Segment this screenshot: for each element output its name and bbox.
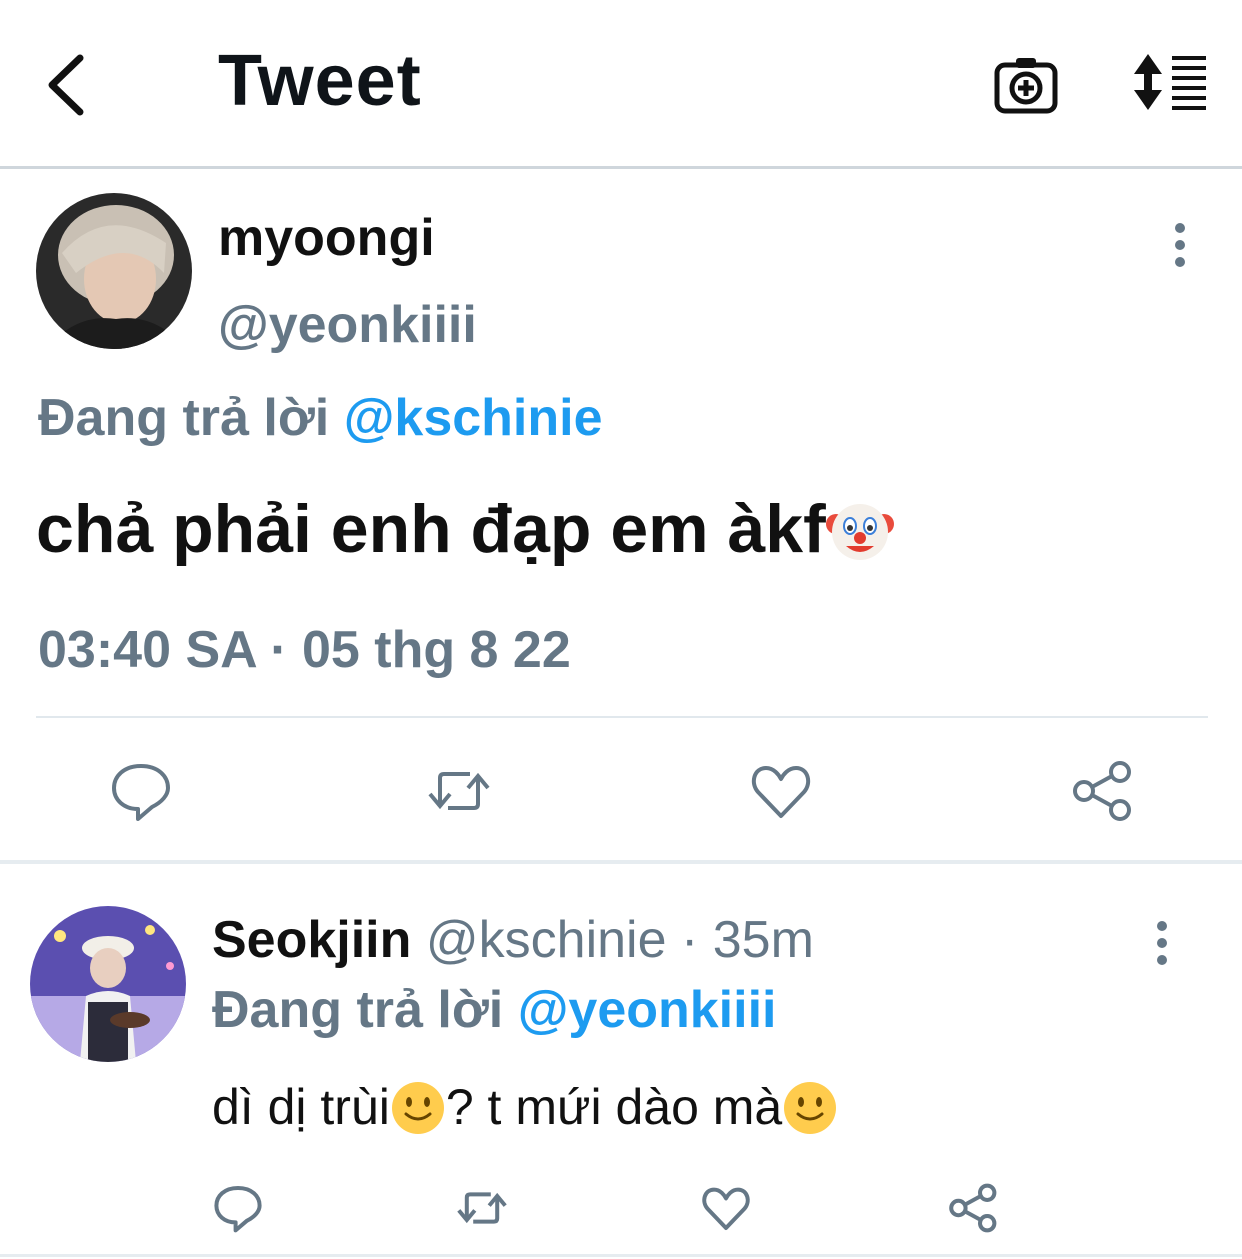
reply-comment-button[interactable]	[210, 1180, 266, 1236]
comment-icon	[112, 764, 170, 821]
reply-time[interactable]: 35m	[713, 911, 814, 969]
retweet-button[interactable]	[424, 756, 494, 826]
replying-to-mention[interactable]: @yeonkiiii	[518, 981, 777, 1039]
tweet-text-content: chả phải enh đạp em àkf	[36, 491, 826, 567]
more-vertical-icon	[1175, 223, 1185, 267]
section-divider	[0, 860, 1242, 864]
reply-author-handle[interactable]: @kschinie	[426, 911, 667, 969]
reply-like-button[interactable]	[698, 1180, 754, 1236]
avatar[interactable]	[36, 193, 192, 349]
reply-replying-to-line: Đang trả lời @yeonkiiii	[212, 980, 776, 1040]
reply-author-name[interactable]: Seokjiin	[212, 911, 411, 969]
heart-icon	[751, 766, 811, 818]
back-button[interactable]	[40, 50, 100, 120]
slightly-smiling-face-emoji	[784, 1081, 837, 1134]
reply-button[interactable]	[106, 756, 176, 826]
reply-share-button[interactable]	[944, 1180, 1000, 1236]
tweet-text: chả phải enh đạp em àkf	[36, 490, 894, 568]
reply-author-line: Seokjiin @kschinie · 35m	[212, 910, 814, 970]
tweet-timestamp[interactable]: 03:40 SA · 05 thg 8 22	[38, 620, 571, 680]
bottom-divider	[0, 1254, 1242, 1257]
page-title: Tweet	[218, 41, 422, 121]
retweet-icon	[428, 772, 490, 810]
separator-dot: ·	[680, 911, 699, 969]
comment-icon	[214, 1186, 262, 1233]
avatar-photo	[36, 193, 192, 349]
replying-to-line: Đang trả lời @kschinie	[38, 388, 603, 448]
clown-face-emoji	[825, 504, 894, 561]
like-button[interactable]	[746, 756, 816, 826]
camera-plus-icon	[994, 58, 1058, 114]
divider	[36, 716, 1208, 718]
reply-avatar-photo	[30, 906, 186, 1062]
share-button[interactable]	[1066, 756, 1136, 826]
reply-retweet-button[interactable]	[454, 1180, 510, 1236]
reply-text-part1: dì dị trùi	[212, 1079, 390, 1135]
heart-icon	[702, 1187, 750, 1230]
more-options-button[interactable]	[1160, 220, 1200, 270]
reply-more-options-button[interactable]	[1142, 918, 1182, 968]
replying-to-prefix: Đang trả lời	[38, 389, 330, 447]
back-chevron-icon	[48, 54, 84, 116]
header-divider	[0, 166, 1242, 169]
author-name[interactable]: myoongi	[218, 208, 435, 268]
retweet-icon	[457, 1192, 507, 1224]
author-handle[interactable]: @yeonkiiii	[218, 295, 477, 355]
timeline-sort-button[interactable]	[1130, 52, 1210, 112]
reply-text: dì dị trùi ? t mứi dào mà	[212, 1078, 838, 1136]
slightly-smiling-face-emoji	[391, 1081, 444, 1134]
reply-text-part2: ? t mứi dào mà	[445, 1079, 783, 1135]
replying-to-mention[interactable]: @kschinie	[344, 389, 603, 447]
reply-avatar[interactable]	[30, 906, 186, 1062]
camera-button[interactable]	[994, 55, 1058, 115]
sort-icon	[1134, 54, 1206, 110]
more-vertical-icon	[1157, 921, 1167, 965]
share-icon	[949, 1183, 997, 1233]
replying-to-prefix: Đang trả lời	[212, 981, 504, 1039]
share-icon	[1073, 761, 1131, 821]
